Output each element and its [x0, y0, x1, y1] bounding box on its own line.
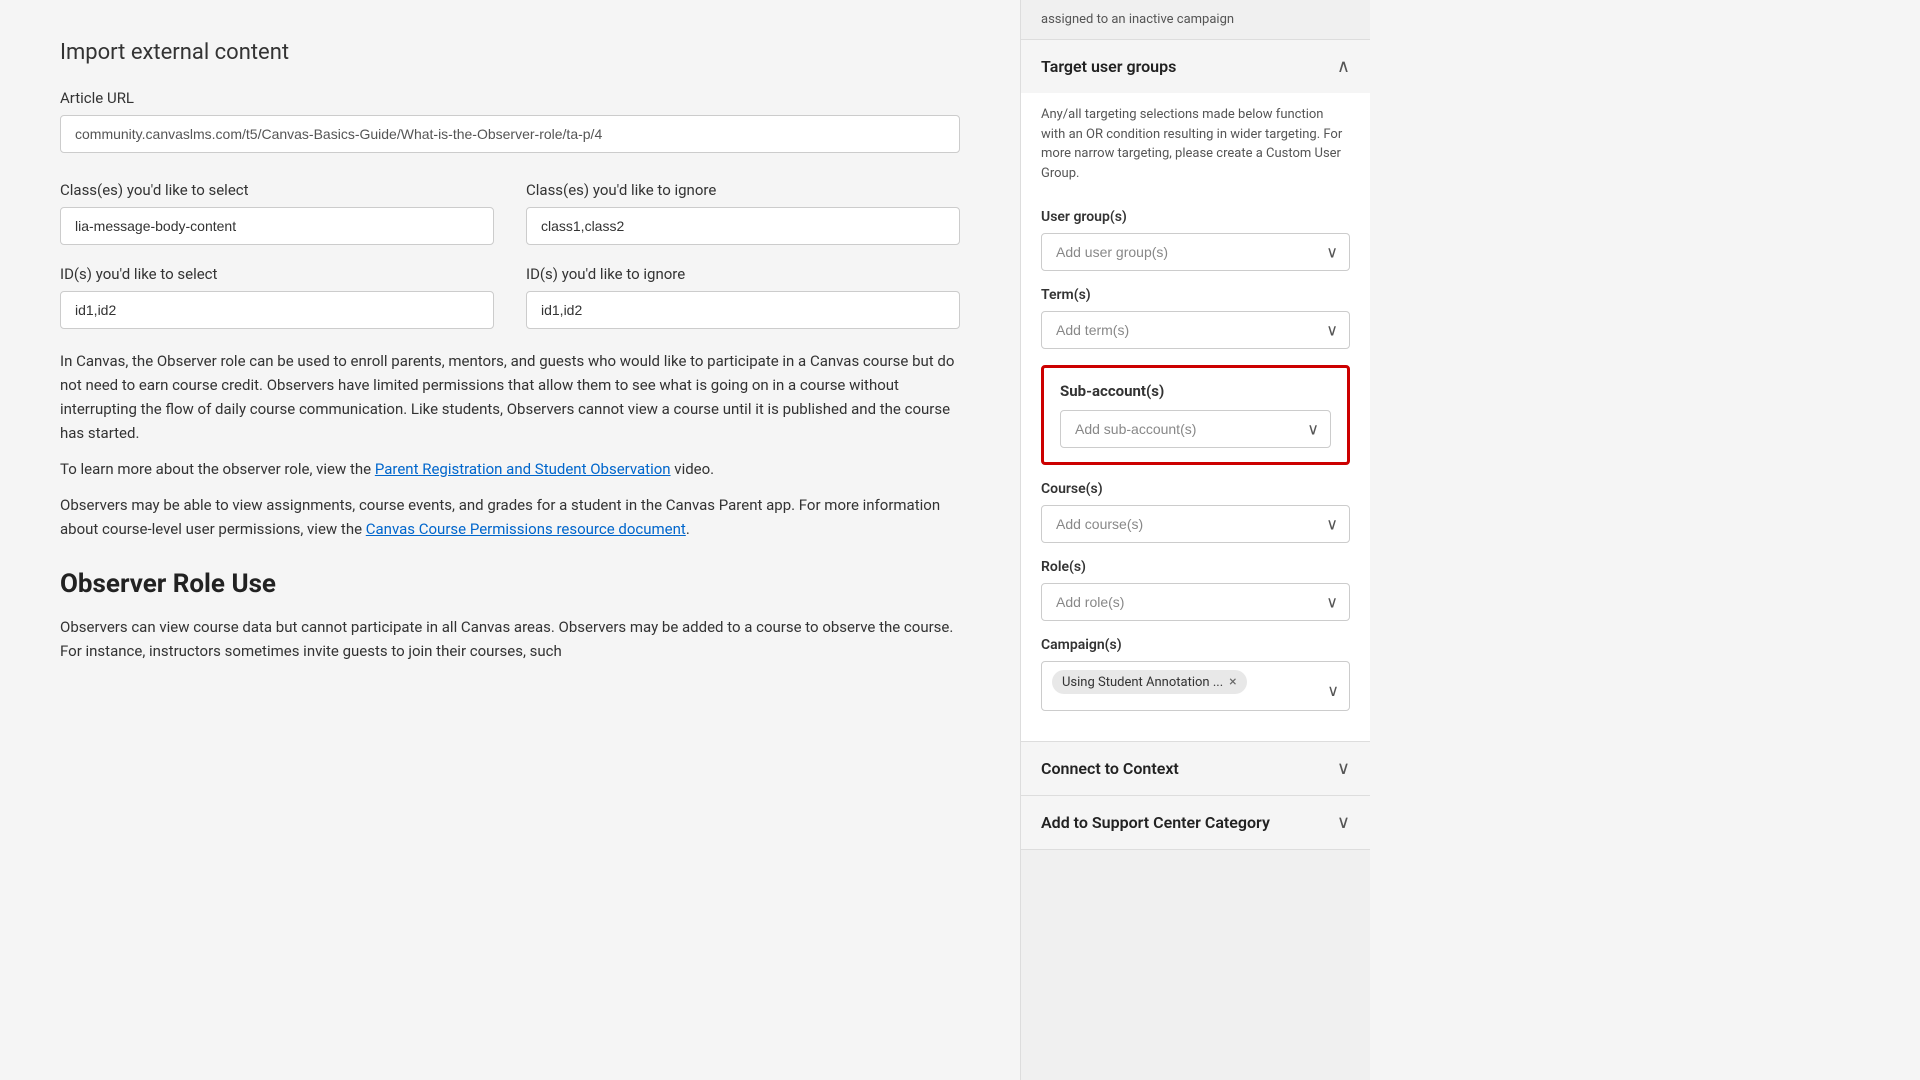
courses-dropdown-wrapper: Add course(s) ∨ — [1041, 505, 1350, 543]
main-content: Import external content Article URL Clas… — [0, 0, 1020, 1080]
add-support-chevron-icon: ∨ — [1337, 812, 1350, 833]
campaign-tag-close[interactable]: × — [1229, 674, 1236, 690]
classes-row: Class(es) you'd like to select Class(es)… — [60, 181, 960, 265]
ids-row: ID(s) you'd like to select ID(s) you'd l… — [60, 265, 960, 349]
import-section-title: Import external content — [60, 40, 960, 65]
connect-to-context-label: Connect to Context — [1041, 759, 1179, 778]
connect-to-context-header[interactable]: Connect to Context ∨ — [1021, 742, 1370, 795]
connect-to-context-section: Connect to Context ∨ — [1021, 742, 1370, 796]
roles-label: Role(s) — [1041, 559, 1350, 575]
article-url-label: Article URL — [60, 89, 960, 107]
courses-label: Course(s) — [1041, 481, 1350, 497]
terms-label: Term(s) — [1041, 287, 1350, 303]
add-support-section: Add to Support Center Category ∨ — [1021, 796, 1370, 850]
connect-to-context-chevron-icon: ∨ — [1337, 758, 1350, 779]
body-paragraph-1: In Canvas, the Observer role can be used… — [60, 349, 960, 445]
campaign-tag-text: Using Student Annotation ... — [1062, 675, 1223, 690]
body-paragraph-2: To learn more about the observer role, v… — [60, 457, 960, 481]
user-groups-field: User group(s) Add user group(s) ∨ — [1041, 209, 1350, 271]
ids-select-input[interactable] — [60, 291, 494, 329]
classes-select-input[interactable] — [60, 207, 494, 245]
classes-select-col: Class(es) you'd like to select — [60, 181, 494, 265]
parent-registration-link[interactable]: Parent Registration and Student Observat… — [375, 460, 671, 478]
observer-role-heading: Observer Role Use — [60, 569, 960, 599]
courses-field: Course(s) Add course(s) ∨ — [1041, 481, 1350, 543]
campaigns-field-wrapper[interactable]: Using Student Annotation ... × ∨ — [1041, 661, 1350, 711]
target-user-groups-body: Any/all targeting selections made below … — [1021, 93, 1370, 741]
body-paragraph-3: Observers may be able to view assignment… — [60, 493, 960, 541]
terms-dropdown-wrapper: Add term(s) ∨ — [1041, 311, 1350, 349]
roles-dropdown-wrapper: Add role(s) ∨ — [1041, 583, 1350, 621]
ids-select-col: ID(s) you'd like to select — [60, 265, 494, 349]
article-url-input[interactable] — [60, 115, 960, 153]
target-user-groups-label: Target user groups — [1041, 57, 1176, 76]
canvas-permissions-link[interactable]: Canvas Course Permissions resource docum… — [366, 520, 686, 538]
campaigns-field: Campaign(s) Using Student Annotation ...… — [1041, 637, 1350, 711]
classes-ignore-label: Class(es) you'd like to ignore — [526, 181, 960, 199]
terms-field: Term(s) Add term(s) ∨ — [1041, 287, 1350, 349]
ids-ignore-label: ID(s) you'd like to ignore — [526, 265, 960, 283]
observer-role-body: Observers can view course data but canno… — [60, 615, 960, 663]
campaigns-chevron-icon: ∨ — [1327, 681, 1339, 700]
add-support-header[interactable]: Add to Support Center Category ∨ — [1021, 796, 1370, 849]
campaigns-label: Campaign(s) — [1041, 637, 1350, 653]
classes-ignore-input[interactable] — [526, 207, 960, 245]
classes-select-label: Class(es) you'd like to select — [60, 181, 494, 199]
courses-select[interactable]: Add course(s) — [1041, 505, 1350, 543]
user-groups-dropdown-wrapper: Add user group(s) ∨ — [1041, 233, 1350, 271]
targeting-fields: User group(s) Add user group(s) ∨ Term(s… — [1021, 195, 1370, 741]
sub-accounts-dropdown-wrapper: Add sub-account(s) ∨ — [1060, 410, 1331, 448]
add-support-label: Add to Support Center Category — [1041, 813, 1270, 832]
ids-ignore-input[interactable] — [526, 291, 960, 329]
target-user-groups-header[interactable]: Target user groups ∧ — [1021, 40, 1370, 93]
sidebar-top-note: assigned to an inactive campaign — [1021, 0, 1370, 40]
sub-accounts-select[interactable]: Add sub-account(s) — [1060, 410, 1331, 448]
target-user-groups-section: Target user groups ∧ Any/all targeting s… — [1021, 40, 1370, 742]
classes-ignore-col: Class(es) you'd like to ignore — [526, 181, 960, 265]
user-groups-label: User group(s) — [1041, 209, 1350, 225]
ids-ignore-col: ID(s) you'd like to ignore — [526, 265, 960, 349]
campaign-tag: Using Student Annotation ... × — [1052, 670, 1247, 694]
target-user-groups-desc: Any/all targeting selections made below … — [1021, 93, 1370, 195]
roles-select[interactable]: Add role(s) — [1041, 583, 1350, 621]
user-groups-select[interactable]: Add user group(s) — [1041, 233, 1350, 271]
roles-field: Role(s) Add role(s) ∨ — [1041, 559, 1350, 621]
sidebar: assigned to an inactive campaign Target … — [1020, 0, 1370, 1080]
ids-select-label: ID(s) you'd like to select — [60, 265, 494, 283]
terms-select[interactable]: Add term(s) — [1041, 311, 1350, 349]
sub-accounts-label: Sub-account(s) — [1060, 382, 1331, 400]
sub-accounts-highlighted-box: Sub-account(s) Add sub-account(s) ∨ — [1041, 365, 1350, 465]
target-user-groups-chevron-up: ∧ — [1337, 56, 1350, 77]
